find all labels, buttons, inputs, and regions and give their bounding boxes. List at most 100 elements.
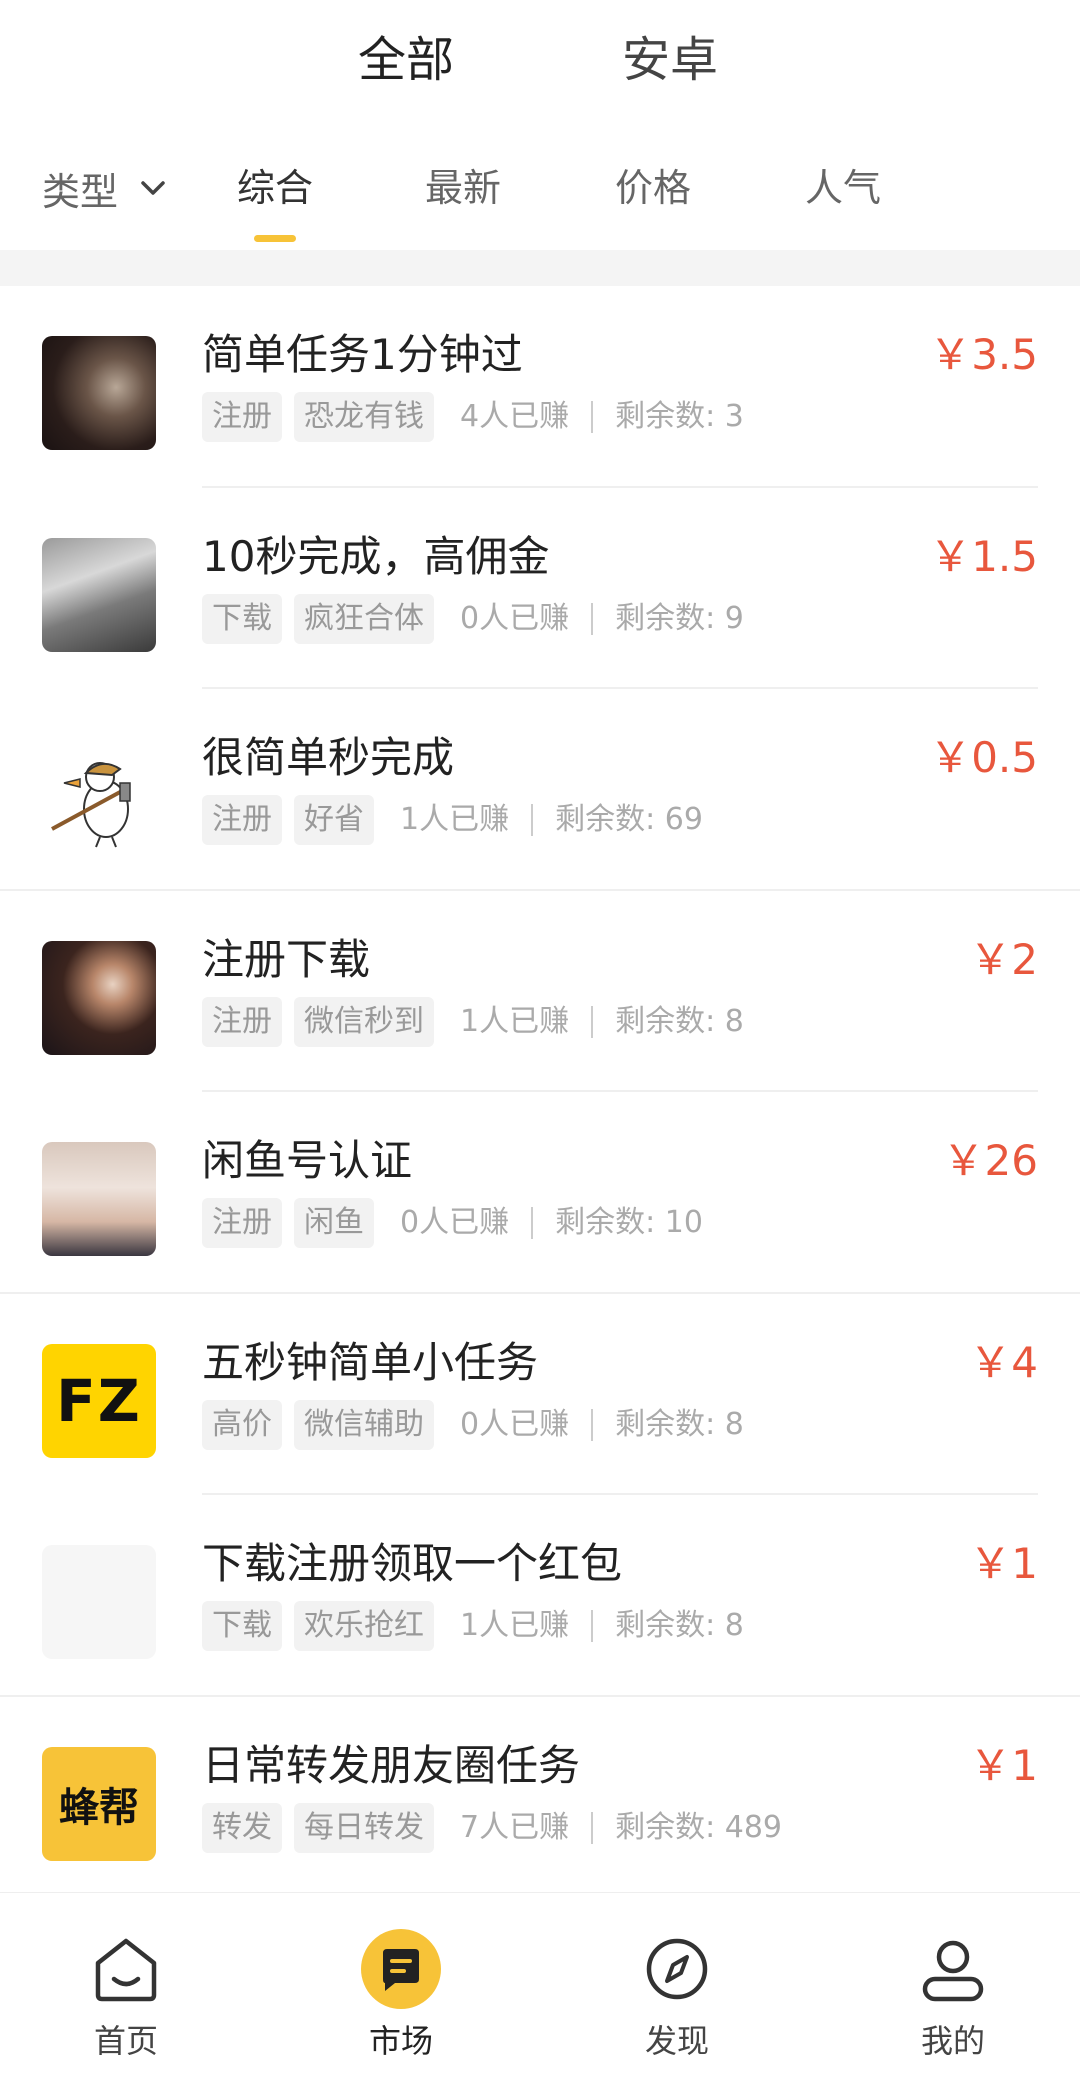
meta-separator [591, 602, 594, 635]
remaining-count: 剩余数: 9 [615, 600, 744, 636]
task-price: ￥3.5 [929, 330, 1038, 379]
task-meta: 下载 欢乐抢红 1人已赚 剩余数: 8 [202, 1601, 744, 1651]
task-item[interactable]: 10秒完成，高佣金 ￥1.5 下载 疯狂合体 0人已赚 剩余数: 9 [0, 488, 1080, 689]
task-item[interactable]: 很简单秒完成 ￥0.5 注册 好省 1人已赚 剩余数: 69 [0, 689, 1080, 891]
task-meta: 注册 恐龙有钱 4人已赚 剩余数: 3 [202, 392, 744, 442]
platform-tabs: 全部 安卓 [0, 0, 1080, 118]
task-price: ￥1 [969, 1539, 1038, 1588]
task-thumbnail: 蜂帮 [42, 1746, 156, 1861]
task-type-tag: 下载 [202, 1601, 282, 1651]
task-price: ￥26 [942, 1136, 1038, 1185]
task-meta: 注册 微信秒到 1人已赚 剩余数: 8 [202, 996, 744, 1047]
task-thumbnail [42, 1142, 156, 1256]
sort-tab-price[interactable]: 价格 [615, 160, 691, 216]
nav-profile[interactable]: 我的 [853, 1893, 1053, 2078]
sort-tab-popularity[interactable]: 人气 [805, 160, 881, 216]
nav-label: 发现 [644, 2022, 709, 2060]
bottom-nav: 首页 市场 发现 我的 [0, 1892, 1080, 2078]
remaining-count: 剩余数: 489 [615, 1809, 782, 1845]
meta-separator [531, 804, 534, 836]
task-price: ￥1 [969, 1740, 1038, 1790]
sort-tab-label: 最新 [425, 166, 502, 210]
type-filter-dropdown[interactable]: 类型 [42, 160, 166, 216]
nav-market[interactable]: 市场 [301, 1893, 501, 2078]
earned-count: 1人已赚 [460, 1003, 570, 1039]
task-thumbnail [42, 739, 156, 853]
earned-count: 4人已赚 [460, 399, 570, 434]
earned-count: 0人已赚 [460, 1406, 570, 1442]
tab-all[interactable]: 全部 [358, 28, 454, 92]
app-logo-text: 蜂帮 [59, 1784, 139, 1831]
meta-separator [591, 401, 594, 433]
task-app-tag: 疯狂合体 [294, 593, 434, 644]
task-list: 简单任务1分钟过 ￥3.5 注册 恐龙有钱 4人已赚 剩余数: 3 10秒完成，… [0, 286, 1080, 1898]
task-price: ￥1.5 [929, 531, 1038, 581]
task-type-tag: 下载 [202, 593, 282, 644]
task-app-tag: 微信辅助 [294, 1399, 434, 1450]
home-icon [95, 1938, 157, 2002]
app-logo-text: FZ [56, 1366, 142, 1435]
meta-separator [591, 1811, 594, 1844]
sort-tab-comprehensive[interactable]: 综合 [237, 160, 314, 242]
task-meta: 注册 闲鱼 0人已赚 剩余数: 10 [202, 1198, 703, 1248]
task-price: ￥4 [969, 1337, 1038, 1387]
remaining-count: 剩余数: 10 [555, 1205, 703, 1240]
meta-separator [591, 1005, 594, 1038]
task-app-tag: 好省 [294, 795, 374, 845]
task-title: 10秒完成，高佣金 [202, 531, 550, 581]
tab-android[interactable]: 安卓 [622, 28, 718, 92]
earned-count: 7人已赚 [460, 1809, 570, 1845]
profile-icon [922, 1940, 984, 2002]
task-thumbnail [42, 336, 156, 450]
task-price: ￥0.5 [929, 733, 1038, 782]
task-item[interactable]: FZ 五秒钟简单小任务 ￥4 高价 微信辅助 0人已赚 剩余数: 8 [0, 1294, 1080, 1495]
nav-home[interactable]: 首页 [26, 1893, 226, 2078]
task-meta: 转发 每日转发 7人已赚 剩余数: 489 [202, 1802, 782, 1853]
type-filter-label: 类型 [42, 169, 119, 214]
task-thumbnail [42, 1545, 156, 1659]
task-meta: 下载 疯狂合体 0人已赚 剩余数: 9 [202, 593, 744, 644]
earned-count: 0人已赚 [460, 600, 570, 636]
task-item[interactable]: 蜂帮 日常转发朋友圈任务 ￥1 转发 每日转发 7人已赚 剩余数: 489 [0, 1697, 1080, 1899]
nav-discover[interactable]: 发现 [577, 1893, 777, 2078]
task-thumbnail [42, 940, 156, 1055]
task-item[interactable]: 注册下载 ￥2 注册 微信秒到 1人已赚 剩余数: 8 [0, 891, 1080, 1092]
sort-tab-label: 价格 [615, 166, 692, 210]
task-app-tag: 每日转发 [294, 1802, 434, 1853]
task-thumbnail: FZ [42, 1343, 156, 1458]
nav-label: 市场 [368, 2022, 433, 2060]
remaining-count: 剩余数: 69 [555, 802, 703, 837]
meta-separator [531, 1207, 534, 1239]
task-title: 下载注册领取一个红包 [202, 1539, 623, 1588]
task-app-tag: 微信秒到 [294, 996, 434, 1047]
section-divider [0, 250, 1080, 286]
task-item[interactable]: 简单任务1分钟过 ￥3.5 注册 恐龙有钱 4人已赚 剩余数: 3 [0, 286, 1080, 488]
task-thumbnail [42, 537, 156, 652]
remaining-count: 剩余数: 3 [615, 399, 744, 434]
compass-icon [646, 1938, 708, 2000]
task-type-tag: 注册 [202, 795, 282, 845]
task-type-tag: 注册 [202, 392, 282, 442]
task-type-tag: 转发 [202, 1802, 282, 1853]
task-type-tag: 注册 [202, 996, 282, 1047]
sort-tab-label: 人气 [805, 166, 882, 210]
meta-separator [591, 1610, 594, 1642]
task-title: 日常转发朋友圈任务 [202, 1740, 581, 1790]
task-meta: 高价 微信辅助 0人已赚 剩余数: 8 [202, 1399, 744, 1450]
task-title: 五秒钟简单小任务 [202, 1337, 539, 1387]
task-item[interactable]: 闲鱼号认证 ￥26 注册 闲鱼 0人已赚 剩余数: 10 [0, 1092, 1080, 1294]
sort-tab-newest[interactable]: 最新 [425, 160, 501, 216]
sort-tab-label: 综合 [237, 166, 314, 210]
active-tab-indicator [254, 235, 296, 242]
task-app-tag: 欢乐抢红 [294, 1601, 434, 1651]
duck-cartoon-icon [51, 762, 131, 848]
task-type-tag: 注册 [202, 1198, 282, 1248]
remaining-count: 剩余数: 8 [615, 1608, 744, 1643]
earned-count: 1人已赚 [460, 1608, 570, 1643]
remaining-count: 剩余数: 8 [615, 1003, 744, 1039]
task-item[interactable]: 下载注册领取一个红包 ￥1 下载 欢乐抢红 1人已赚 剩余数: 8 [0, 1495, 1080, 1697]
chevron-down-icon [141, 181, 165, 195]
task-title: 简单任务1分钟过 [202, 330, 523, 379]
earned-count: 1人已赚 [400, 802, 510, 837]
task-price: ￥2 [969, 934, 1038, 984]
